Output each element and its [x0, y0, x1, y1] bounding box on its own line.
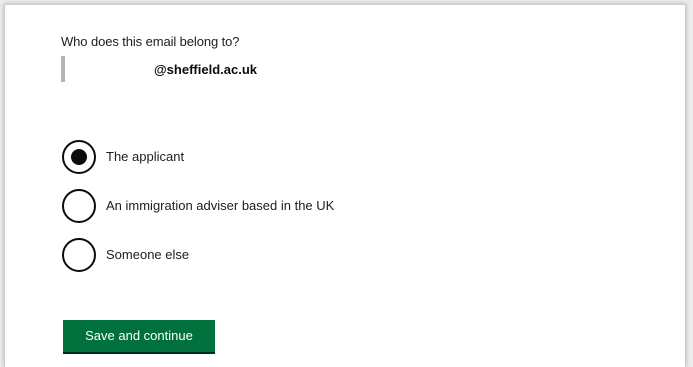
question-label: Who does this email belong to?	[61, 34, 240, 49]
radio-button-applicant[interactable]	[62, 140, 96, 174]
radio-label-applicant: The applicant	[106, 149, 185, 164]
form-panel: Who does this email belong to? @sheffiel…	[4, 4, 686, 367]
save-and-continue-button[interactable]: Save and continue	[63, 320, 215, 354]
email-inset: @sheffield.ac.uk	[61, 56, 321, 82]
radio-button-someone-else[interactable]	[62, 238, 96, 272]
radio-label-someone-else: Someone else	[106, 247, 190, 262]
radio-selected-dot	[71, 149, 87, 165]
email-value: @sheffield.ac.uk	[154, 62, 257, 77]
radio-button-immigration-adviser[interactable]	[62, 189, 96, 223]
radio-label-immigration-adviser: An immigration adviser based in the UK	[106, 198, 335, 213]
